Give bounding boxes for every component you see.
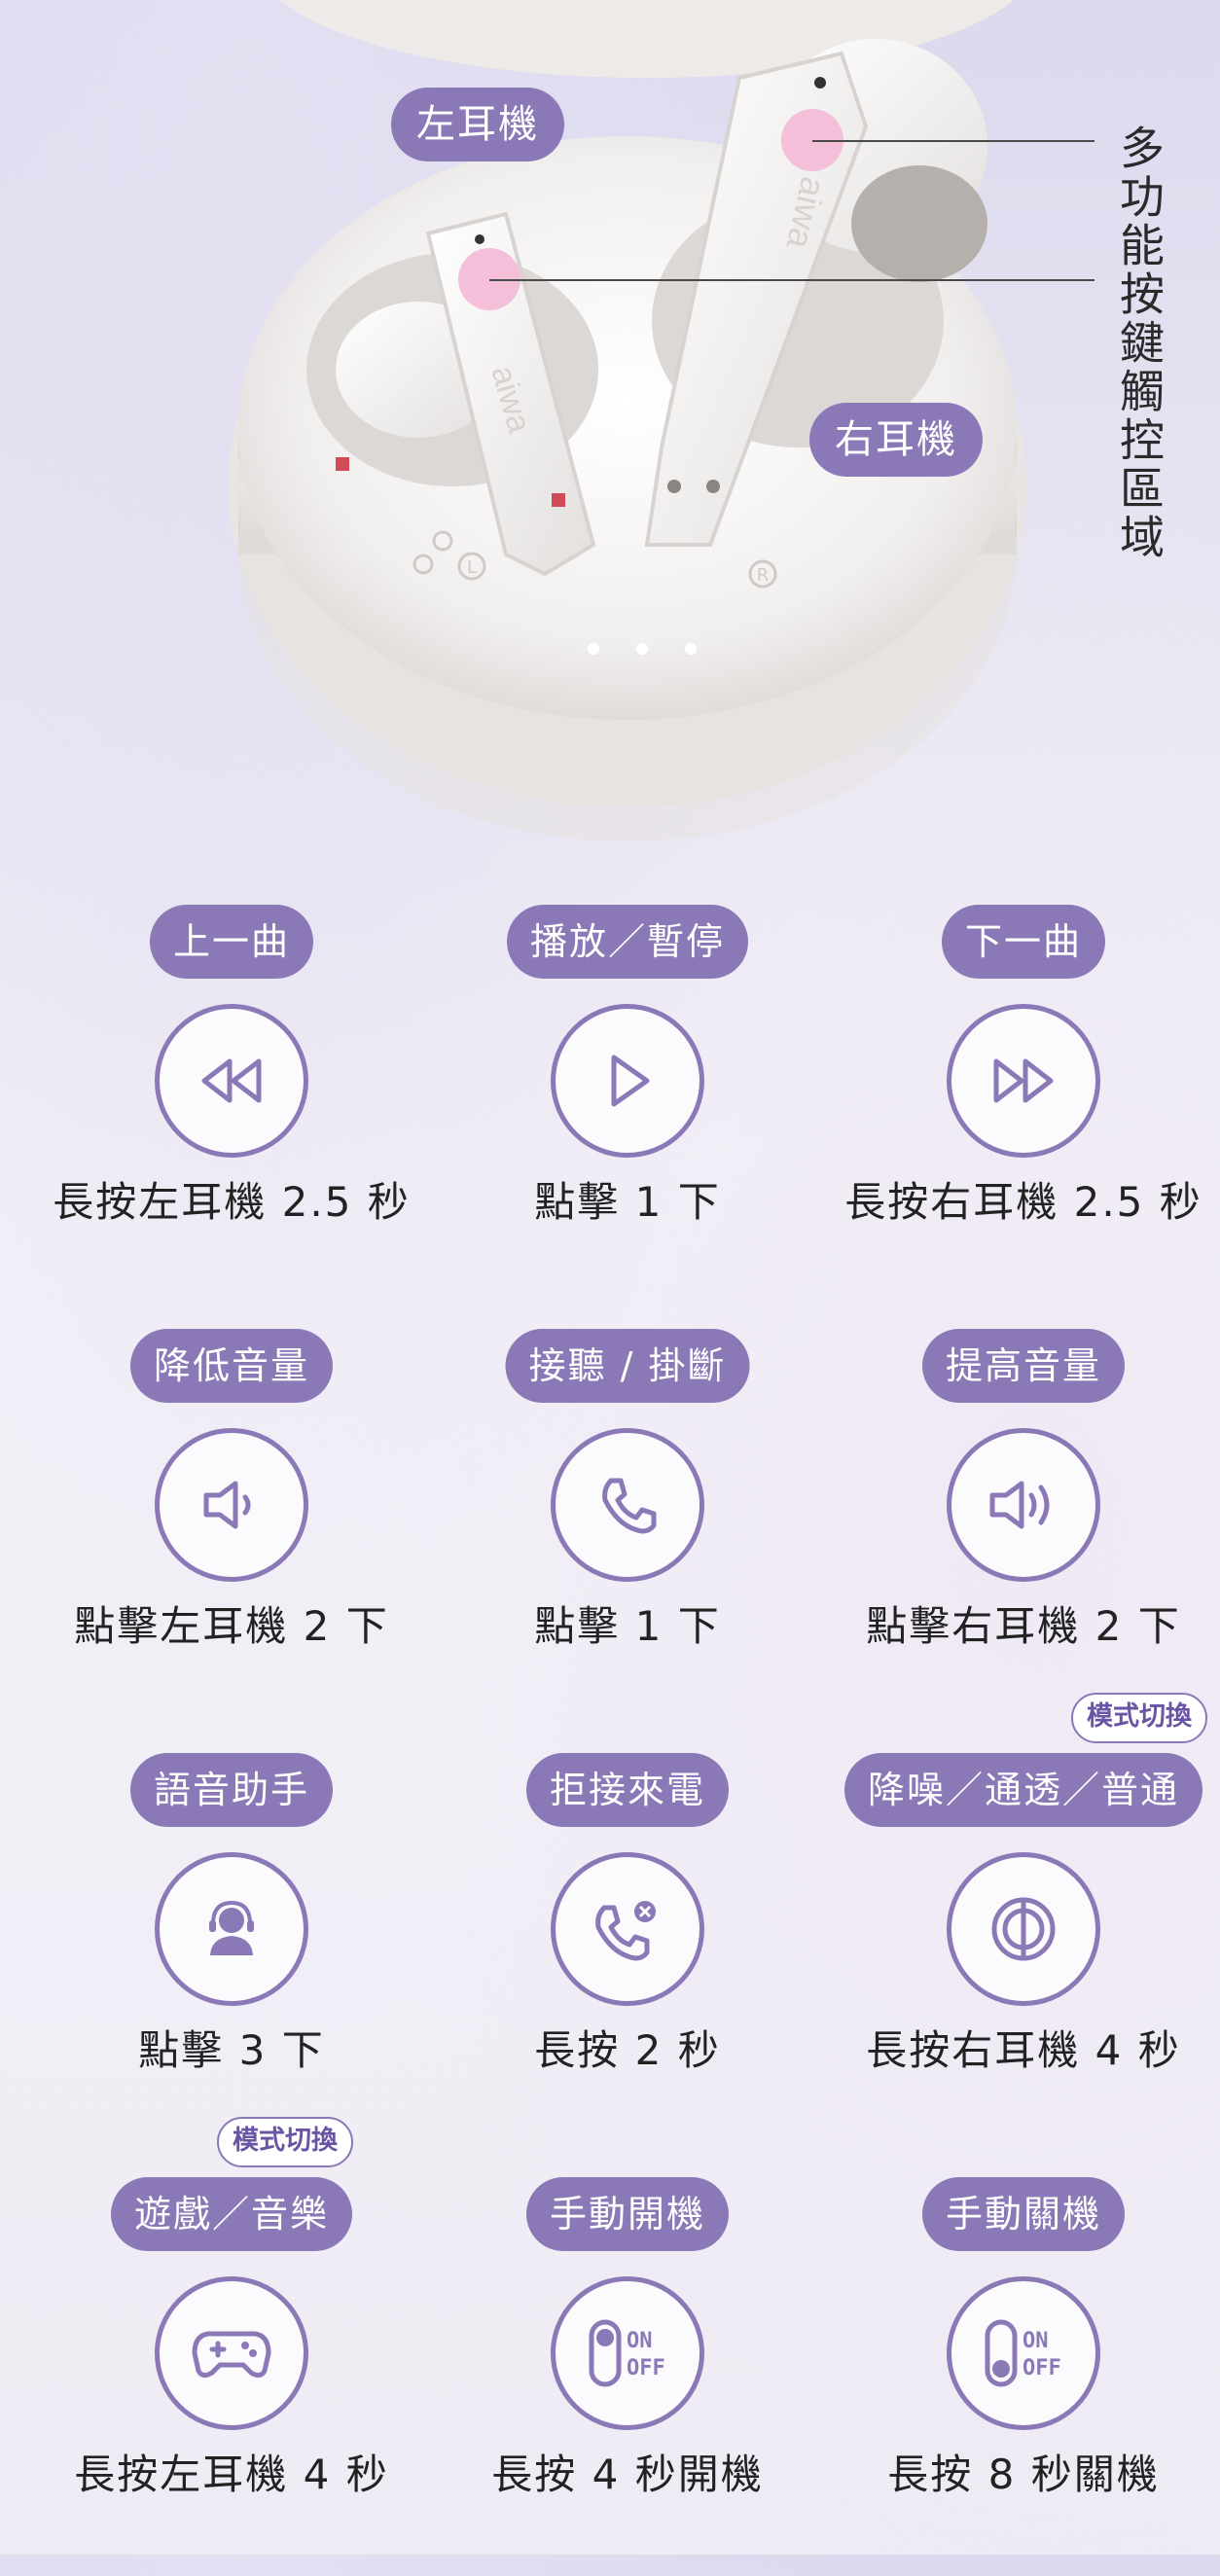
next-track-icon (947, 1004, 1100, 1158)
control-description: 點擊 1 下 (534, 1602, 721, 1650)
control-voice-assistant: 語音助手 點擊 3 下 (28, 1743, 435, 2152)
control-label: 下一曲 (941, 905, 1106, 979)
control-label: 上一曲 (149, 905, 314, 979)
control-description: 點擊左耳機 2 下 (74, 1602, 389, 1650)
noise-cancel-icon (947, 1852, 1100, 2006)
left-earbud-label: 左耳機 (391, 88, 564, 161)
control-answer-hangup: 接聽 / 掛斷 點擊 1 下 (424, 1319, 831, 1728)
volume-down-icon (155, 1428, 308, 1582)
on-text: ON (627, 2329, 653, 2353)
play-icon (551, 1004, 704, 1158)
case-left-mark: L (467, 557, 477, 578)
touch-area-callout: 多功能按鍵觸控區域 (1113, 125, 1166, 562)
control-description: 長按 2 秒 (534, 2026, 721, 2074)
mode-switch-badge: 模式切換 (1071, 1693, 1207, 1743)
voice-assistant-icon (155, 1852, 308, 2006)
phone-icon (551, 1428, 704, 1582)
volume-up-icon (947, 1428, 1100, 1582)
control-label: 語音助手 (129, 1753, 334, 1827)
control-volume-down: 降低音量 點擊左耳機 2 下 (28, 1319, 435, 1728)
control-label: 接聽 / 掛斷 (505, 1329, 750, 1403)
control-description: 長按左耳機 2.5 秒 (53, 1178, 411, 1226)
control-description: 長按 4 秒開機 (491, 2451, 764, 2498)
hero-product-image: aiwa aiwa L R 左耳機 右耳機 多功能按鍵觸控區域 (0, 0, 1220, 856)
control-previous-track: 上一曲 長按左耳機 2.5 秒 (28, 895, 435, 1304)
control-description: 長按 8 秒關機 (887, 2451, 1160, 2498)
control-game-music-mode: 模式切換 遊戲／音樂 長按左耳機 4 秒 (28, 2117, 435, 2576)
callout-line-right (812, 140, 1094, 142)
control-play-pause: 播放／暫停 點擊 1 下 (424, 895, 831, 1304)
control-power-off: 手動關機 ON OFF 長按 8 秒關機 (820, 2167, 1220, 2576)
mode-switch-badge: 模式切換 (217, 2117, 353, 2167)
control-label: 拒接來電 (525, 1753, 730, 1827)
control-label: 降噪／通透／普通 (843, 1753, 1203, 1827)
control-description: 點擊 1 下 (534, 1178, 721, 1226)
control-label: 遊戲／音樂 (110, 2177, 353, 2251)
case-right-mark: R (757, 565, 770, 586)
gamepad-icon (155, 2276, 308, 2430)
control-label: 手動關機 (921, 2177, 1126, 2251)
control-reject-call: 拒接來電 長按 2 秒 (424, 1743, 831, 2152)
off-text: OFF (627, 2356, 665, 2380)
control-label: 提高音量 (921, 1329, 1126, 1403)
control-label: 手動開機 (525, 2177, 730, 2251)
control-description: 點擊右耳機 2 下 (866, 1602, 1181, 1650)
control-label: 播放／暫停 (506, 905, 749, 979)
reject-call-icon (551, 1852, 704, 2006)
control-description: 長按左耳機 4 秒 (74, 2451, 389, 2498)
control-volume-up: 提高音量 點擊右耳機 2 下 (820, 1319, 1220, 1728)
power-off-icon: ON OFF (947, 2276, 1100, 2430)
control-power-on: 手動開機 ON OFF 長按 4 秒開機 (424, 2167, 831, 2576)
power-on-icon: ON OFF (551, 2276, 704, 2430)
on-text: ON (1023, 2329, 1049, 2353)
off-text: OFF (1023, 2356, 1061, 2380)
callout-line-left (489, 279, 1094, 281)
control-noise-mode: 模式切換 降噪／通透／普通 長按右耳機 4 秒 (820, 1693, 1220, 2152)
right-earbud-label: 右耳機 (809, 403, 983, 477)
control-next-track: 下一曲 長按右耳機 2.5 秒 (820, 895, 1220, 1304)
control-description: 點擊 3 下 (138, 2026, 325, 2074)
control-label: 降低音量 (129, 1329, 334, 1403)
control-description: 長按右耳機 4 秒 (866, 2026, 1181, 2074)
previous-track-icon (155, 1004, 308, 1158)
earbuds-case-illustration: aiwa aiwa L R (229, 0, 1026, 841)
control-description: 長按右耳機 2.5 秒 (844, 1178, 1202, 1226)
